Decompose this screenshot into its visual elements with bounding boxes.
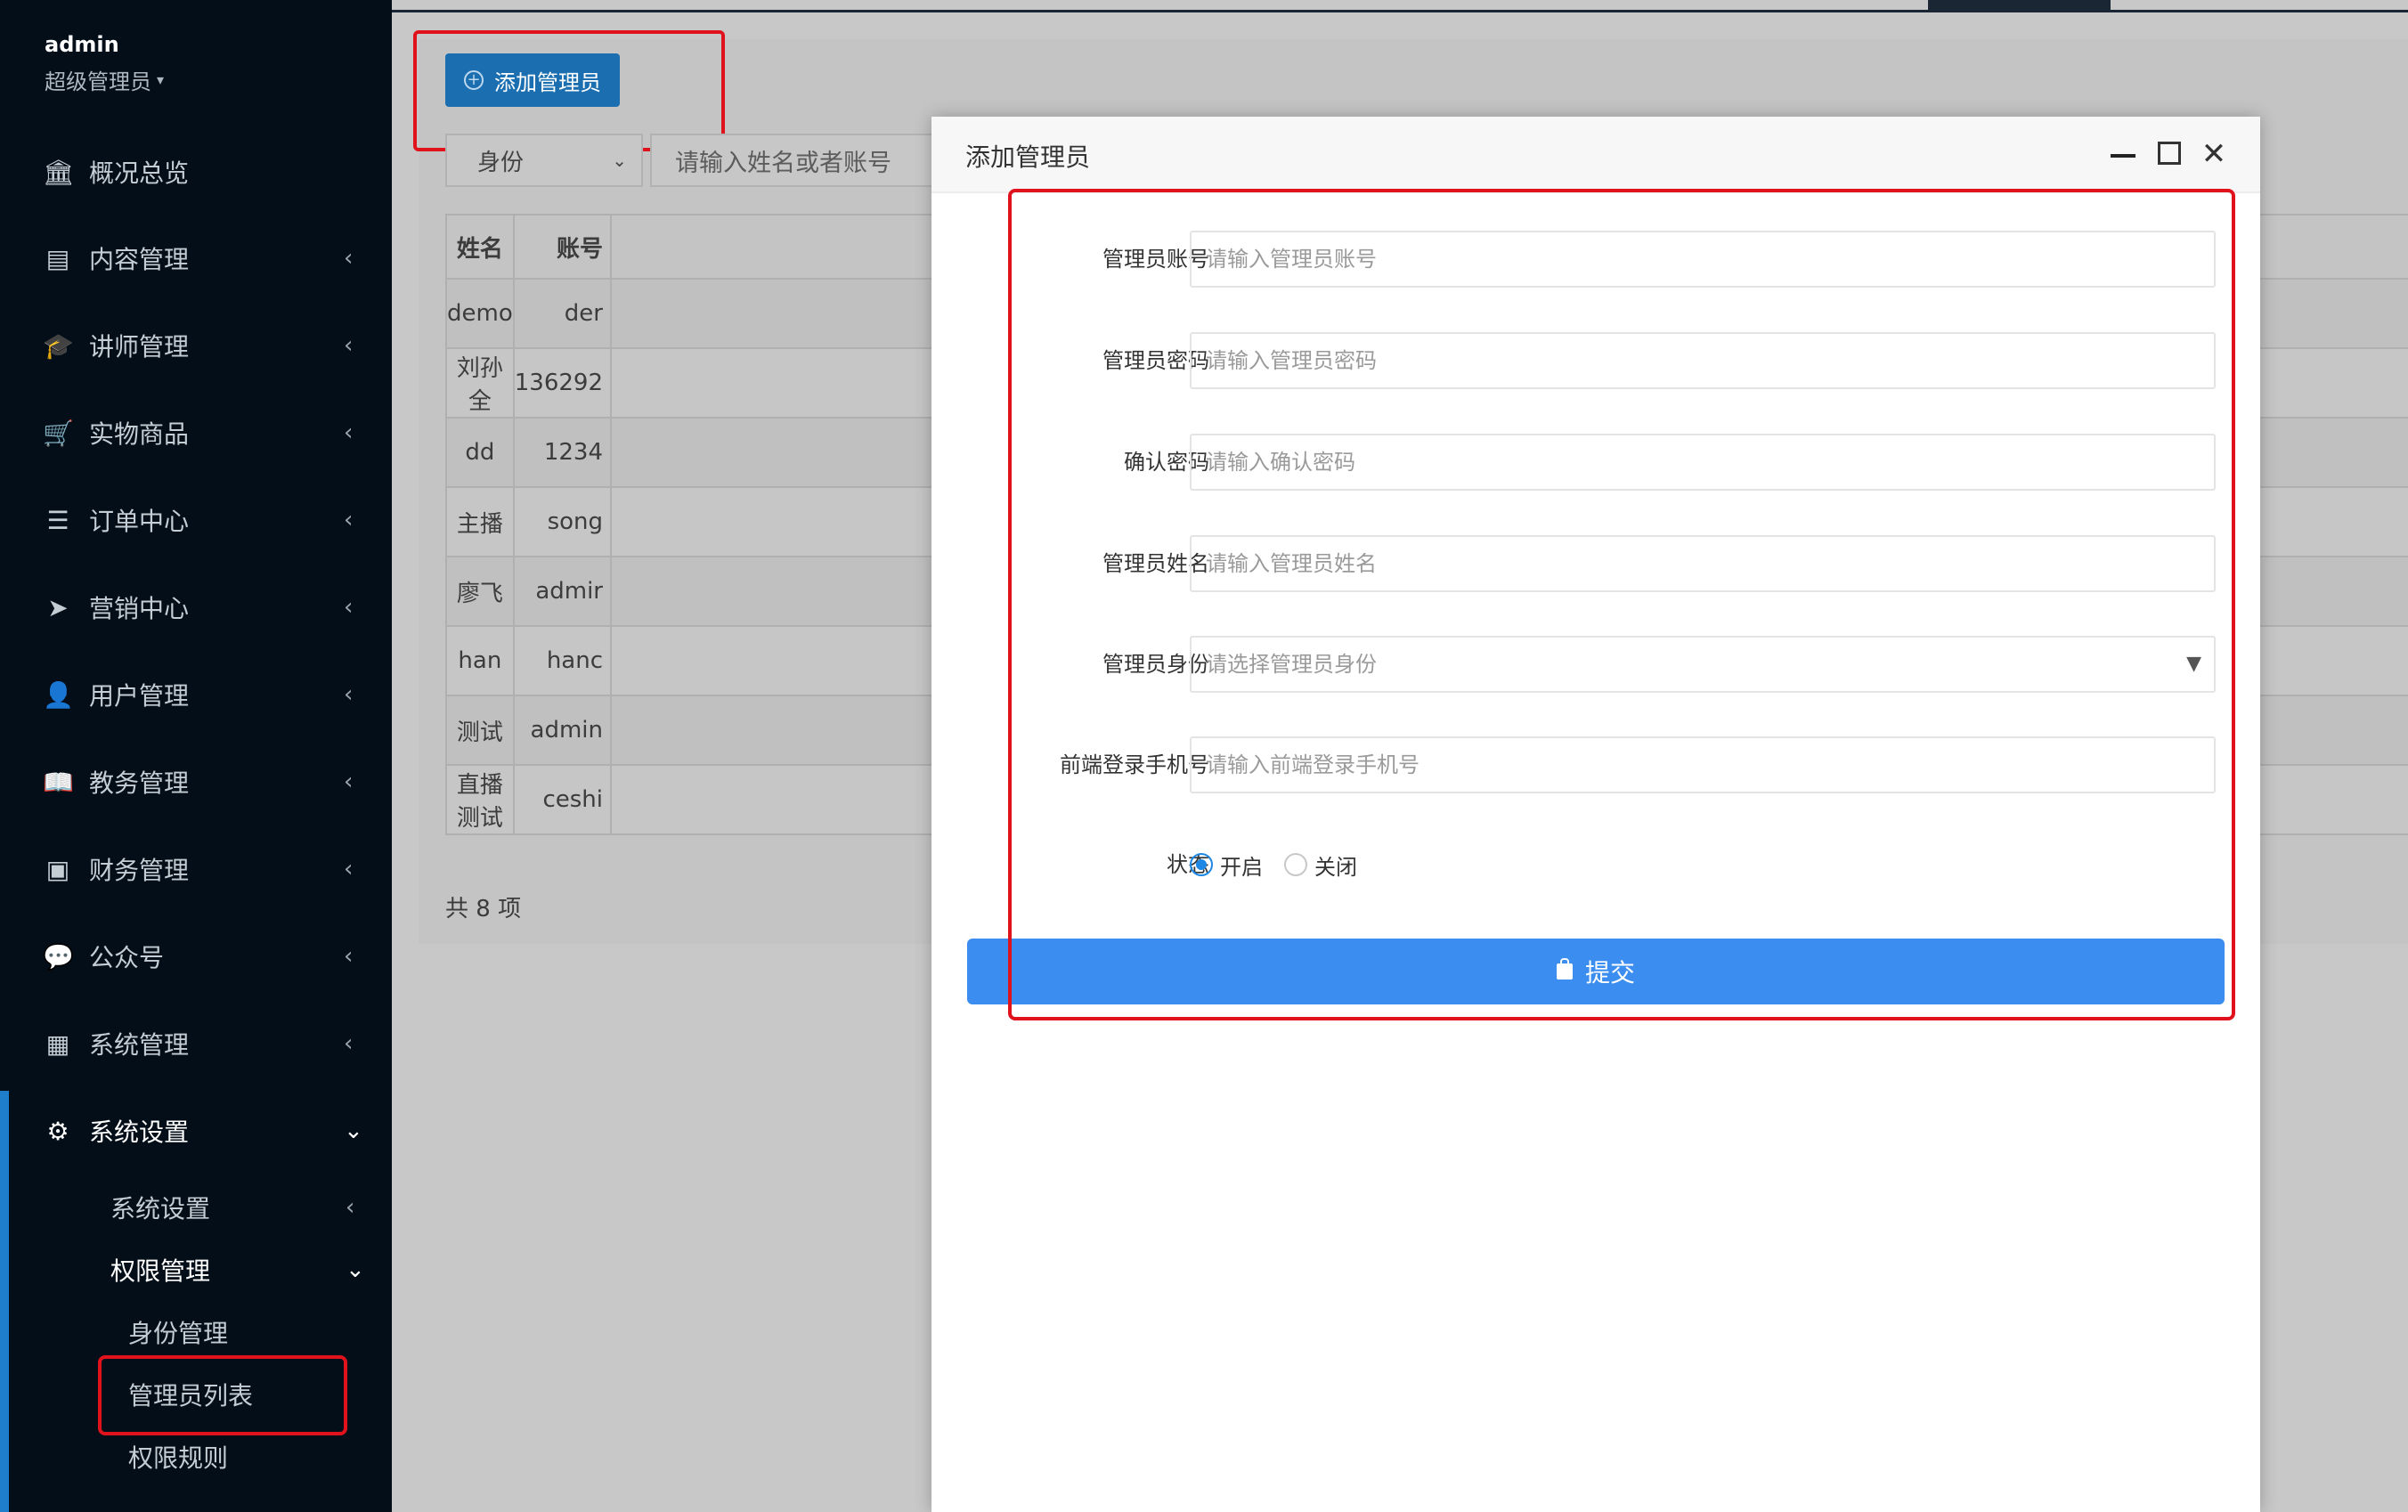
sidebar-item-system-settings[interactable]: ⚙ 系统设置 ⌄	[0, 1104, 392, 1158]
cell-account: 1234	[512, 417, 613, 488]
user-name: admin	[45, 32, 119, 57]
user-icon: 👤	[43, 679, 74, 710]
gear-icon: ⚙	[46, 1116, 69, 1146]
sidebar-item-label: 订单中心	[89, 507, 190, 536]
wechat-icon: 💬	[43, 941, 74, 971]
table-total-count: 共 8 项	[445, 896, 522, 923]
minimize-icon[interactable]	[2105, 136, 2141, 172]
modal-header: 添加管理员 ✕	[931, 117, 2260, 193]
sidebar-item-teachers[interactable]: 🎓 讲师管理 ‹	[0, 319, 392, 372]
sidebar-item-label: 营销中心	[89, 594, 190, 623]
chevron-left-icon: ‹	[344, 419, 354, 446]
cell-account: 136292	[512, 347, 613, 419]
sidebar-item-label: 讲师管理	[89, 332, 190, 362]
bank-icon: 🏛	[43, 157, 75, 187]
chevron-left-icon: ‹	[344, 594, 354, 621]
search-placeholder: 请输入姓名或者账号	[675, 149, 891, 177]
sidebar-item-label: 用户管理	[89, 681, 190, 711]
sidebar-item-label: 系统管理	[89, 1030, 190, 1060]
highlight-box-admin-list	[98, 1355, 347, 1435]
sidebar-item-orders[interactable]: ☰ 订单中心 ‹	[0, 493, 392, 547]
sidebar-item-products[interactable]: 🛒 实物商品 ‹	[0, 406, 392, 459]
graduation-cap-icon: 🎓	[43, 330, 74, 361]
chevron-left-icon: ‹	[344, 943, 354, 970]
chevron-left-icon: ‹	[346, 1194, 355, 1221]
sidebar-item-finance[interactable]: ▣ 财务管理 ‹	[0, 842, 392, 896]
cell-name: 廖飞	[445, 556, 515, 627]
maximize-icon[interactable]	[2152, 136, 2187, 172]
cell-name: 主播	[445, 486, 515, 557]
sidebar-item-overview[interactable]: 🏛 概况总览	[0, 145, 392, 199]
sidebar-item-marketing[interactable]: ➤ 营销中心 ‹	[0, 581, 392, 634]
highlight-box-form	[1008, 189, 2235, 1020]
cell-name: 测试	[445, 695, 515, 766]
chevron-left-icon: ‹	[344, 507, 354, 533]
sidebar-subitem-role-mgmt[interactable]: 身份管理	[128, 1307, 431, 1357]
sidebar: admin 超级管理员 ▾ 🏛 概况总览 ▤ 内容管理 ‹ 🎓 讲师管理 ‹ 🛒…	[0, 0, 392, 1512]
cell-account: admin	[512, 695, 613, 766]
cell-name: 直播测试	[445, 764, 515, 835]
sidebar-item-label: 教务管理	[89, 768, 190, 798]
sidebar-item-label: 内容管理	[89, 245, 190, 274]
cell-name: demo	[445, 278, 515, 349]
chevron-left-icon: ‹	[344, 245, 354, 272]
sidebar-item-academic[interactable]: 📖 教务管理 ‹	[0, 755, 392, 809]
cell-account: song	[512, 486, 613, 557]
tab-bar	[392, 0, 2408, 12]
sidebar-subitem-permission-rules[interactable]: 权限规则	[128, 1432, 431, 1482]
sidebar-subitem-system-settings[interactable]: 系统设置 ‹	[110, 1183, 413, 1232]
chevron-left-icon: ‹	[344, 332, 354, 359]
grid-icon: ▦	[45, 1028, 70, 1059]
chevron-left-icon: ‹	[344, 768, 354, 795]
list-icon: ☰	[46, 505, 69, 535]
caret-down-icon: ▾	[157, 71, 165, 88]
money-icon: ▣	[45, 854, 70, 884]
sidebar-item-label: 实物商品	[89, 419, 190, 449]
book-icon: 📖	[43, 767, 74, 797]
role-filter-select[interactable]: 身份 ⌄	[445, 134, 643, 187]
sidebar-item-wechat[interactable]: 💬 公众号 ‹	[0, 930, 392, 983]
chevron-left-icon: ‹	[344, 856, 354, 882]
chevron-left-icon: ‹	[344, 681, 354, 708]
modal-title: 添加管理员	[965, 142, 1091, 172]
cell-account: der	[512, 278, 613, 349]
user-role-label: 超级管理员	[45, 69, 151, 94]
cell-account: ceshi	[512, 764, 613, 835]
sidebar-item-label: 公众号	[89, 943, 165, 972]
chevron-down-icon: ⌄	[344, 1118, 363, 1144]
sidebar-item-system-mgmt[interactable]: ▦ 系统管理 ‹	[0, 1017, 392, 1070]
paper-plane-icon: ➤	[47, 592, 69, 622]
cell-name: 刘孙全	[445, 347, 515, 419]
role-filter-value: 身份	[477, 149, 525, 176]
table-header-account[interactable]: 账号	[512, 214, 613, 280]
chevron-down-icon: ⌄	[346, 1256, 365, 1283]
user-role-dropdown[interactable]: 超级管理员 ▾	[45, 64, 164, 95]
sidebar-subitem-label: 系统设置	[110, 1194, 211, 1223]
sidebar-subitem-label: 权限管理	[110, 1256, 211, 1286]
sidebar-item-users[interactable]: 👤 用户管理 ‹	[0, 668, 392, 721]
cell-name: dd	[445, 417, 515, 488]
sidebar-subitem-permission-mgmt[interactable]: 权限管理 ⌄	[110, 1245, 413, 1295]
table-header-name[interactable]: 姓名	[445, 214, 515, 280]
chevron-left-icon: ‹	[344, 1030, 354, 1057]
cell-account: admir	[512, 556, 613, 627]
newspaper-icon: ▤	[45, 243, 70, 273]
sidebar-item-label: 财务管理	[89, 856, 190, 885]
chevron-down-icon: ⌄	[612, 150, 627, 171]
sidebar-subitem-label: 权限规则	[128, 1443, 229, 1473]
close-icon[interactable]: ✕	[2196, 136, 2232, 172]
sidebar-item-label: 概况总览	[89, 159, 190, 188]
cell-account: hanc	[512, 625, 613, 696]
sidebar-item-label: 系统设置	[89, 1118, 190, 1147]
cell-name: han	[445, 625, 515, 696]
sidebar-subitem-label: 身份管理	[128, 1319, 229, 1348]
active-tab-marker	[1928, 0, 2111, 10]
sidebar-item-content[interactable]: ▤ 内容管理 ‹	[0, 232, 392, 285]
cart-icon: 🛒	[43, 418, 74, 448]
